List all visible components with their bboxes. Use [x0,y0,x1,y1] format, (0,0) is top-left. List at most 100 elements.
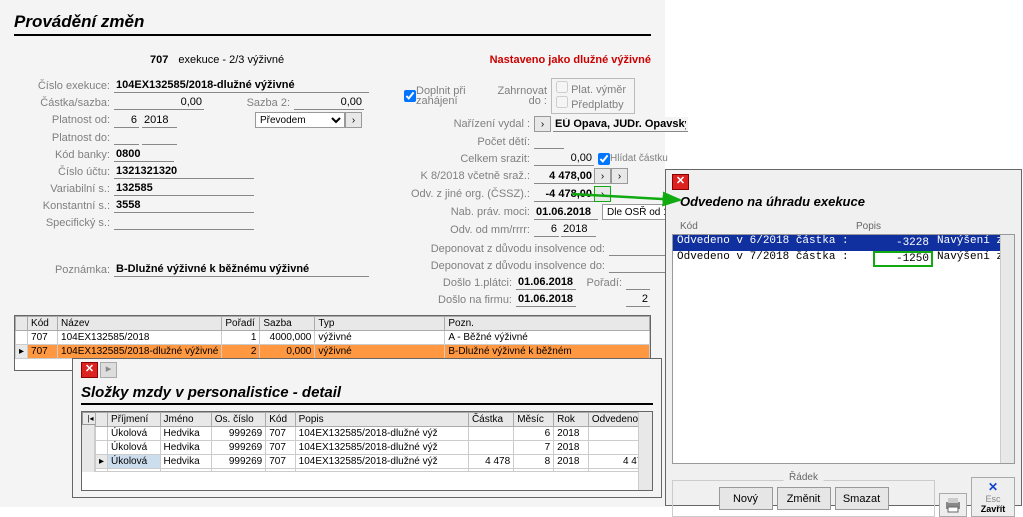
th-prijmeni[interactable]: Příjmení [108,413,161,427]
input-doslo-firmu[interactable] [516,292,576,307]
input-platnost-do-r[interactable] [142,130,177,145]
input-odv-od-r[interactable] [561,222,596,237]
window-title: Provádění změn [14,8,651,36]
table-row-selected[interactable]: ▸ 707 104EX132585/2018-dlužné výživné 2 … [16,345,650,359]
k-vcetne-btn1[interactable]: › [594,168,611,184]
label-castka-sazba: Částka/sazba: [14,97,114,109]
input-specificky[interactable] [114,215,254,230]
list-item-selected[interactable]: Odvedeno v 6/2018 částka : -3228 Navýšen… [673,235,1014,251]
input-narizeni-vydal[interactable] [553,117,688,132]
th-castka[interactable]: Částka [468,413,513,427]
exekuce-text: exekuce - 2/3 výživné [178,54,284,66]
checkbox-doplnit[interactable] [404,90,416,102]
input-castka-sazba[interactable] [114,95,204,110]
right-window: ✕ Odvedeno na úhradu exekuce Kód Popis O… [665,169,1022,506]
table-row[interactable]: ▸ÚkolováHedvika999269707104EX132585/2018… [96,455,652,469]
k-vcetne-btn2[interactable]: › [611,168,628,184]
input-platnost-od-r[interactable] [142,113,177,128]
input-odv-cssz[interactable] [534,187,594,202]
th-d-kod[interactable]: Kód [266,413,295,427]
label-cislo-exekuce: Číslo exekuce: [14,80,114,92]
fieldset-label: Řádek [783,472,824,483]
label-platnost-do: Platnost do: [14,132,114,144]
print-icon[interactable] [939,493,967,517]
label-poradi: Pořadí: [576,277,626,289]
input-poznamka[interactable] [114,262,369,277]
input-deponovat-do[interactable] [609,258,669,273]
label-deponovat-od: Deponovat z důvodu insolvence od: [404,243,609,255]
label-konstantni: Konstantní s.: [14,200,114,212]
input-konstantni[interactable] [114,198,254,213]
flag-icon: ▸ [100,362,117,378]
input-nab-prav-moci[interactable] [534,205,598,220]
label-nab-prav-moci: Nab. práv. moci: [404,206,534,218]
narizeni-detail-button[interactable]: › [534,116,551,132]
th-kod[interactable]: Kód [28,317,58,331]
list-item[interactable]: Odvedeno v 7/2018 částka : -1250 Navýšen… [673,251,1014,267]
checkbox-plat-vymer [556,81,568,93]
scrollbar[interactable] [638,412,652,490]
input-doslo-platci[interactable] [516,275,576,290]
input-platnost-do-m[interactable] [114,130,139,145]
input-platnost-od-m[interactable] [114,113,139,128]
exekuce-code: 707 [150,54,168,66]
close-icon[interactable]: ✕ [81,362,98,378]
input-poradi-val[interactable] [626,292,650,307]
right-list[interactable]: Odvedeno v 6/2018 částka : -3228 Navýšen… [672,234,1015,464]
detail-window: ✕ ▸ Složky mzdy v personalistice - detai… [72,358,662,498]
label-poznamka: Poznámka: [14,264,114,276]
label-cislo-uctu: Číslo účtu: [14,166,114,178]
detail-title: Složky mzdy v personalistice - detail [81,382,653,405]
th-sazba[interactable]: Sazba [260,317,315,331]
table-row[interactable]: ÚkolováHedvika999269707104EX132585/2018-… [96,441,652,455]
label-hlidat: Hlídat částku [610,153,672,164]
th-poradi[interactable]: Pořadí [222,317,260,331]
label-platnost-od: Platnost od: [14,114,114,126]
label-doslo-platci: Došlo 1.plátci: [404,277,516,289]
th-typ[interactable]: Typ [315,317,445,331]
checkbox-predplatby [556,96,568,108]
label-odv-cssz: Odv. z jiné org. (ČSSZ).: [404,188,534,200]
col-kod: Kód [676,221,856,232]
th-osc[interactable]: Os. číslo [211,413,265,427]
label-doplnit: Doplnit při zahájení [416,86,486,106]
right-title: Odvedeno na úhradu exekuce [680,194,1015,209]
close-button[interactable]: ✕ Esc Zavřít [971,477,1015,517]
th-pozn[interactable]: Pozn. [445,317,650,331]
th-mesic[interactable]: Měsíc [514,413,554,427]
input-variabilni[interactable] [114,181,254,196]
label-deponovat-do: Deponovat z důvodu insolvence do: [404,260,609,272]
th-rok[interactable]: Rok [554,413,589,427]
detail-grid[interactable]: |◂ Příjmení Jméno Os. číslo Kód Popis Čá… [81,411,653,491]
label-kod-banky: Kód banky: [14,149,114,161]
th-popis[interactable]: Popis [295,413,468,427]
table-row[interactable]: 707 104EX132585/2018 1 4000,000 výživné … [16,331,650,345]
checkbox-hlidat[interactable] [598,153,610,165]
input-pocet-deti[interactable] [534,134,564,149]
th-nazev[interactable]: Název [58,317,222,331]
select-zpusob-platby[interactable]: Převodem [255,112,345,128]
label-pocet-deti: Počet dětí: [404,136,534,148]
table-row[interactable] [96,469,652,472]
odv-cssz-detail-button[interactable]: › [594,186,611,202]
input-poradi-top[interactable] [626,275,650,290]
input-celkem-srazit[interactable] [534,151,594,166]
scrollbar[interactable] [1000,235,1014,463]
label-celkem-srazit: Celkem srazit: [404,153,534,165]
label-odv-od: Odv. od mm/rrrr: [404,224,534,236]
label-k-vcetne: K 8/2018 včetně sraž.: [404,170,534,182]
th-jmeno[interactable]: Jméno [160,413,211,427]
label-doslo-firmu: Došlo na firmu: [404,294,516,306]
input-sazba2[interactable] [294,95,364,110]
input-deponovat-od[interactable] [609,241,669,256]
input-odv-od-m[interactable] [534,222,559,237]
label-variabilni: Variabilní s.: [14,183,114,195]
input-k-vcetne[interactable] [534,169,594,184]
input-kod-banky[interactable] [114,147,174,162]
table-row[interactable]: ÚkolováHedvika999269707104EX132585/2018-… [96,427,652,441]
input-cislo-uctu[interactable] [114,164,254,179]
input-cislo-exekuce[interactable] [114,78,369,93]
label-zahrnovat-do: Zahrnovat do : [486,86,551,106]
close-icon[interactable]: ✕ [672,174,689,190]
zpusob-detail-button[interactable]: › [345,112,362,128]
